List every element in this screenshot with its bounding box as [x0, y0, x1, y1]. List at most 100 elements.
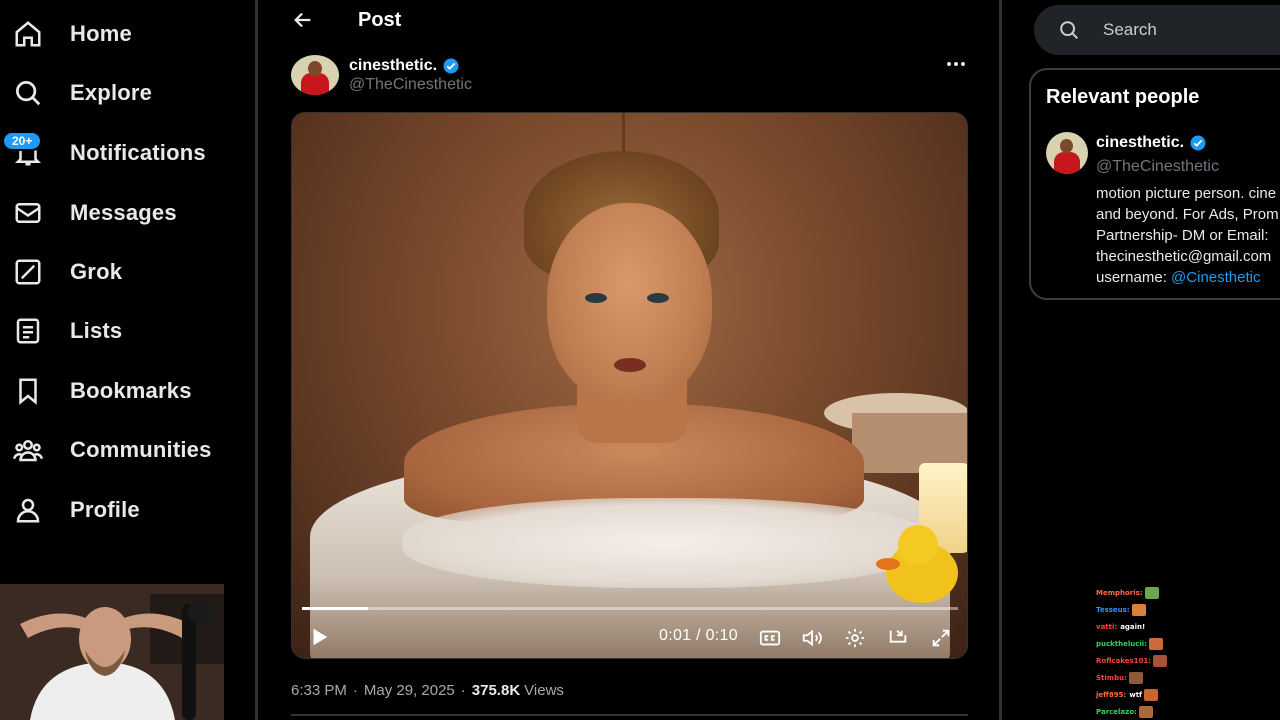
chat-emote-icon [1144, 688, 1159, 701]
more-options-icon[interactable] [940, 52, 972, 76]
dock-video-icon[interactable] [886, 626, 910, 650]
bio-line: and beyond. For Ads, Prom [1096, 206, 1279, 223]
nav-label-communities: Communities [70, 437, 212, 462]
chat-message: Stimbu: [1096, 669, 1206, 686]
stream-chat: Memphoris: Tesseus: vatti: again! pucktheluc… [1096, 584, 1206, 720]
chat-username: Memphoris: [1096, 588, 1143, 597]
bell-icon: 20+ [2, 131, 46, 171]
notifications-badge: 20+ [2, 131, 43, 151]
post-time[interactable]: 6:33 PM [291, 682, 347, 699]
nav-label-grok: Grok [70, 259, 123, 284]
streamer-webcam [0, 584, 224, 720]
chat-username: puckthelucii: [1096, 639, 1148, 648]
chat-message: Memphoris: [1096, 584, 1206, 601]
nav-label-bookmarks: Bookmarks [70, 378, 192, 403]
nav-label-messages: Messages [70, 200, 177, 225]
relevant-people-panel: Relevant people cinesthetic. @TheCinesth… [1029, 68, 1280, 300]
bio-line: username: @Cinesthetic [1096, 267, 1280, 288]
video-controls: 0:01 / 0:10 [292, 618, 967, 658]
chat-username: Tesseus: [1096, 605, 1130, 614]
search-icon [1060, 21, 1078, 39]
captions-icon[interactable] [758, 626, 782, 650]
bio-mention-link[interactable]: @Cinesthetic [1171, 269, 1260, 286]
grok-icon [10, 254, 46, 290]
chat-emote-icon [1149, 637, 1164, 650]
relevant-handle[interactable]: @TheCinesthetic [1096, 158, 1219, 176]
left-divider [255, 0, 258, 720]
play-icon[interactable] [308, 626, 332, 650]
bio-prefix: username: [1096, 269, 1172, 286]
bio-line: thecinesthetic@gmail.com [1096, 248, 1272, 265]
nav-item-profile[interactable]: Profile [10, 485, 140, 535]
meta-separator: · [352, 682, 358, 699]
relevant-bio: motion picture person. cine and beyond. … [1096, 183, 1280, 288]
nav-item-notifications[interactable]: 20+ Notifications [2, 128, 206, 178]
back-arrow-icon[interactable] [285, 2, 321, 38]
nav-item-home[interactable]: Home [10, 9, 132, 59]
nav-item-grok[interactable]: Grok [10, 247, 122, 297]
nav-item-messages[interactable]: Messages [10, 188, 177, 238]
verified-badge-icon [443, 58, 459, 73]
settings-gear-icon[interactable] [843, 626, 867, 650]
verified-badge-icon [1190, 135, 1206, 151]
relevant-avatar[interactable] [1046, 132, 1088, 174]
envelope-icon [10, 195, 46, 231]
relevant-name[interactable]: cinesthetic. [1096, 134, 1184, 152]
video-progress-fill [302, 607, 368, 610]
views-label: Views [524, 682, 564, 699]
meta-separator: · [460, 682, 466, 699]
chat-message: jeff895: wtf [1096, 686, 1206, 703]
bookmark-icon [10, 373, 46, 409]
communities-icon [10, 432, 46, 468]
search-input[interactable]: Search [1034, 5, 1280, 55]
home-icon [10, 16, 46, 52]
chat-message: puckthelucii: [1096, 635, 1206, 652]
chat-emote-icon [1144, 586, 1159, 599]
volume-icon[interactable] [800, 626, 824, 650]
nav-label-home: Home [70, 21, 132, 46]
post-metadata: 6:33 PM · May 29, 2025 · 375.8K Views [291, 682, 564, 699]
bio-line: Partnership- DM or Email: [1096, 227, 1269, 244]
post-divider [291, 714, 968, 716]
author-handle[interactable]: @TheCinesthetic [349, 76, 472, 94]
nav-label-lists: Lists [70, 318, 123, 343]
chat-text: wtf [1129, 690, 1143, 699]
chat-username: Parcelazo: [1096, 707, 1137, 716]
right-divider [999, 0, 1002, 720]
author-avatar[interactable] [291, 55, 339, 95]
chat-username: vatti: [1096, 622, 1118, 631]
video-progress-bar[interactable] [302, 607, 958, 610]
video-player[interactable]: 0:01 / 0:10 [291, 112, 968, 659]
search-placeholder: Search [1103, 20, 1157, 39]
chat-username: Roflcakes101: [1096, 656, 1152, 665]
chat-username: jeff895: [1096, 690, 1127, 699]
nav-label-explore: Explore [70, 80, 153, 105]
nav-item-explore[interactable]: Explore [10, 68, 152, 118]
nav-item-bookmarks[interactable]: Bookmarks [10, 366, 192, 416]
chat-message: Roflcakes101: [1096, 652, 1206, 669]
post-header: Post [285, 0, 401, 40]
webcam-image [0, 584, 224, 720]
chat-emote-icon [1128, 671, 1143, 684]
chat-text: again! [1120, 622, 1146, 631]
fullscreen-icon[interactable] [929, 626, 953, 650]
nav-item-lists[interactable]: Lists [10, 306, 122, 356]
nav-label-notifications: Notifications [70, 140, 206, 165]
chat-emote-icon [1131, 603, 1146, 616]
post-author: cinesthetic. @TheCinesthetic [291, 55, 472, 95]
video-time: 0:01 / 0:10 [659, 627, 738, 644]
nav-item-communities[interactable]: Communities [10, 425, 212, 475]
author-name[interactable]: cinesthetic. [349, 57, 437, 75]
relevant-people-title: Relevant people [1046, 86, 1200, 108]
chat-emote-icon [1153, 654, 1168, 667]
views-count: 375.8K [471, 682, 521, 699]
search-icon [10, 75, 46, 111]
chat-message: Tesseus: [1096, 601, 1206, 618]
chat-username: Stimbu: [1096, 673, 1127, 682]
nav-label-profile: Profile [70, 497, 140, 522]
post-date[interactable]: May 29, 2025 [364, 682, 455, 699]
chat-message: Parcelazo: [1096, 703, 1206, 720]
person-icon [10, 492, 46, 528]
bio-line: motion picture person. cine [1096, 185, 1277, 202]
list-icon [10, 313, 46, 349]
